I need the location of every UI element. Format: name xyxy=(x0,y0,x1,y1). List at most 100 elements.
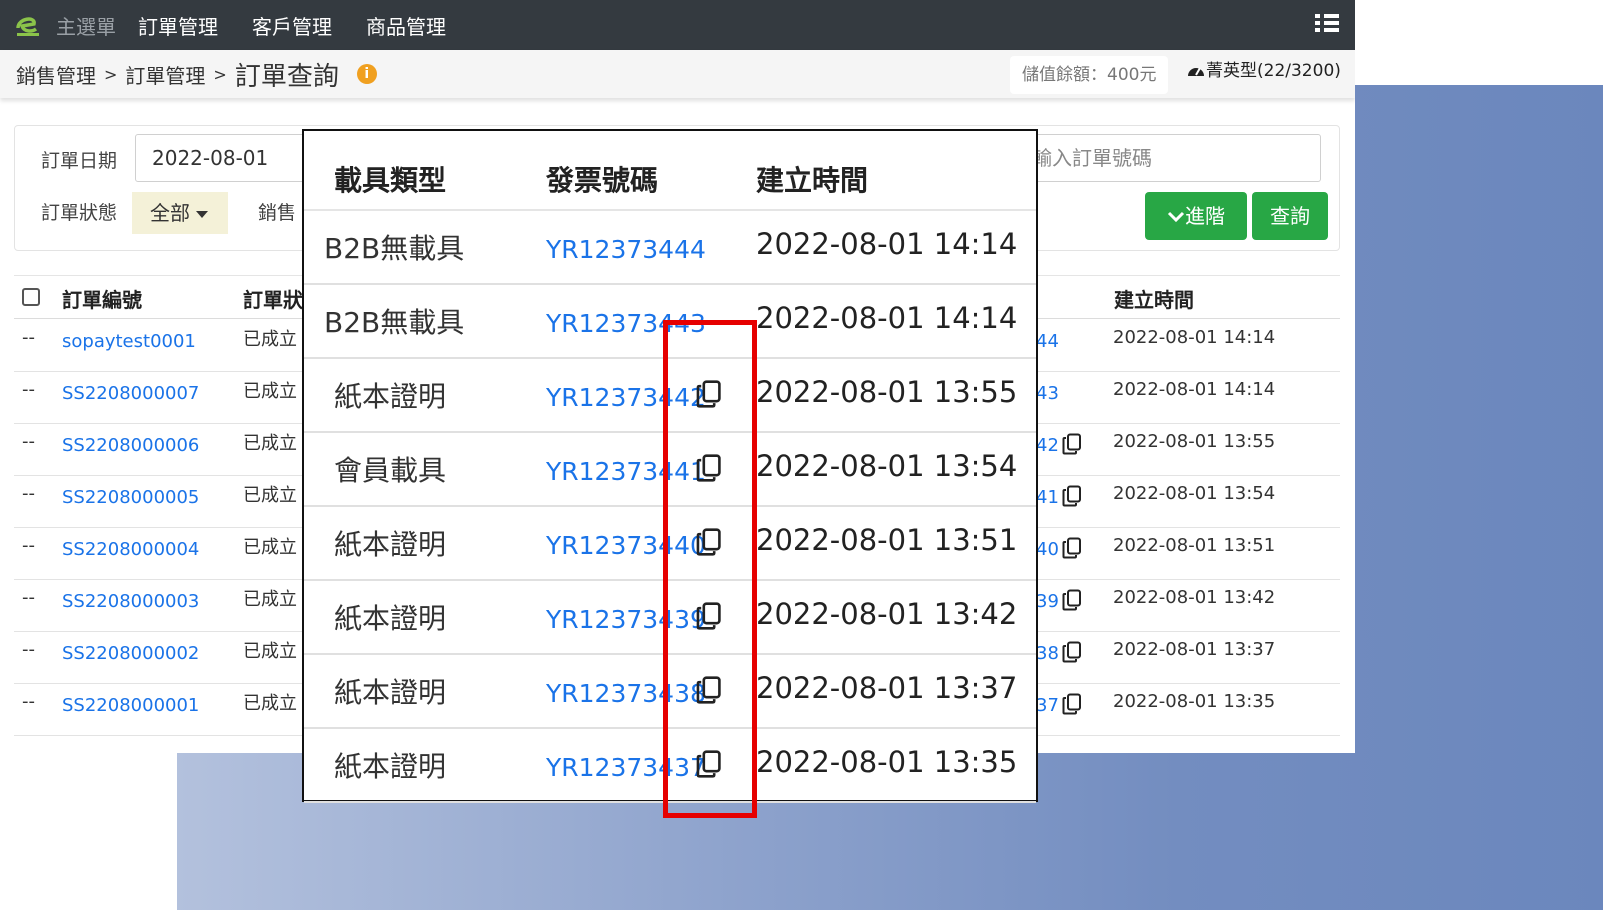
row-dash: -- xyxy=(22,483,35,504)
nav-customers[interactable]: 客戶管理 xyxy=(252,11,332,40)
invoice-number-partial[interactable]: 42 xyxy=(1036,435,1059,456)
breadcrumb-separator: > xyxy=(104,64,118,84)
invoice-number-partial[interactable]: 39 xyxy=(1036,591,1059,612)
row-dash: -- xyxy=(22,691,35,712)
header-invoice-created: 建立時間 xyxy=(756,164,869,197)
top-navbar: 主選單 訂單管理 客戶管理 商品管理 xyxy=(0,0,1355,50)
advanced-button[interactable]: 進階 xyxy=(1145,192,1247,240)
created-time-text: 2022-08-01 13:54 xyxy=(1113,483,1276,504)
header-order-number[interactable]: 訂單編號 xyxy=(62,284,142,313)
order-date-label: 訂單日期 xyxy=(41,150,118,172)
carrier-type-text: 紙本證明 xyxy=(334,676,447,709)
invoice-created-text: 2022-08-01 14:14 xyxy=(756,301,1018,335)
carrier-type-text: 會員載具 xyxy=(334,454,447,487)
copy-icon-highlight-box xyxy=(663,320,757,818)
order-status-dropdown[interactable]: 全部 xyxy=(132,192,228,234)
breadcrumb-orders[interactable]: 訂單管理 xyxy=(125,60,205,89)
invoice-number-partial[interactable]: 40 xyxy=(1036,539,1059,560)
balance-badge: 儲值餘額：400元 xyxy=(1010,56,1169,94)
order-status-text: 已成立 xyxy=(243,537,297,558)
created-time-text: 2022-08-01 13:55 xyxy=(1113,431,1276,452)
breadcrumb-separator: > xyxy=(213,64,227,84)
caret-down-icon xyxy=(196,211,208,218)
order-status-text: 已成立 xyxy=(243,381,297,402)
copy-icon[interactable] xyxy=(1062,693,1082,715)
order-number-link[interactable]: SS2208000003 xyxy=(62,591,199,612)
order-status-text: 已成立 xyxy=(243,485,297,506)
header-created-time[interactable]: 建立時間 xyxy=(1114,284,1194,313)
invoice-row: B2B無載具 YR12373444 2022-08-01 14:14 xyxy=(304,211,1036,285)
order-number-link[interactable]: sopaytest0001 xyxy=(62,331,196,352)
invoice-number-link[interactable]: YR12373444 xyxy=(546,235,706,264)
nav-main-menu[interactable]: 主選單 xyxy=(56,11,116,40)
invoice-created-text: 2022-08-01 13:54 xyxy=(756,449,1018,483)
order-number-link[interactable]: SS2208000007 xyxy=(62,383,199,404)
copy-icon[interactable] xyxy=(1062,433,1082,455)
created-time-text: 2022-08-01 13:51 xyxy=(1113,535,1276,556)
speedometer-icon xyxy=(1188,67,1204,76)
created-time-text: 2022-08-01 13:42 xyxy=(1113,587,1276,608)
advanced-button-label: 進階 xyxy=(1185,204,1225,228)
order-number-link[interactable]: SS2208000006 xyxy=(62,435,199,456)
row-dash: -- xyxy=(22,327,35,348)
order-status-text: 已成立 xyxy=(243,693,297,714)
search-button[interactable]: 查詢 xyxy=(1252,192,1328,240)
carrier-type-text: B2B無載具 xyxy=(324,232,465,265)
order-number-input[interactable]: 輸入訂單號碼 xyxy=(1015,134,1321,182)
created-time-text: 2022-08-01 13:37 xyxy=(1113,639,1276,660)
invoice-number-partial[interactable]: 38 xyxy=(1036,643,1059,664)
invoice-created-text: 2022-08-01 13:37 xyxy=(756,671,1018,705)
plan-status: 菁英型(22/3200) xyxy=(1186,56,1341,81)
sales-filter-label: 銷售 xyxy=(258,202,297,224)
invoice-created-text: 2022-08-01 13:51 xyxy=(756,523,1018,557)
header-invoice-number: 發票號碼 xyxy=(546,164,659,197)
header-order-status[interactable]: 訂單狀 xyxy=(243,284,303,313)
brand-logo-icon[interactable] xyxy=(14,10,44,40)
menu-list-icon[interactable] xyxy=(1315,14,1339,36)
copy-icon[interactable] xyxy=(1062,589,1082,611)
invoice-number-partial[interactable]: 44 xyxy=(1036,331,1059,352)
plan-label: 菁英型(22/3200) xyxy=(1206,61,1341,81)
page-title: 訂單查詢 xyxy=(234,61,339,92)
carrier-type-text: 紙本證明 xyxy=(334,750,447,783)
order-number-link[interactable]: SS2208000005 xyxy=(62,487,199,508)
order-number-link[interactable]: SS2208000001 xyxy=(62,695,199,716)
invoice-created-text: 2022-08-01 13:42 xyxy=(756,597,1018,631)
row-dash: -- xyxy=(22,587,35,608)
nav-products[interactable]: 商品管理 xyxy=(366,11,446,40)
created-time-text: 2022-08-01 14:14 xyxy=(1113,327,1276,348)
carrier-type-text: 紙本證明 xyxy=(334,602,447,635)
header-carrier-type: 載具類型 xyxy=(334,164,447,197)
breadcrumb-sales[interactable]: 銷售管理 xyxy=(16,60,96,89)
created-time-text: 2022-08-01 14:14 xyxy=(1113,379,1276,400)
row-dash: -- xyxy=(22,535,35,556)
copy-icon[interactable] xyxy=(1062,485,1082,507)
order-number-link[interactable]: SS2208000002 xyxy=(62,643,199,664)
chevron-down-icon xyxy=(1167,211,1185,223)
invoice-number-partial[interactable]: 41 xyxy=(1036,487,1059,508)
order-status-label: 訂單狀態 xyxy=(41,202,118,224)
carrier-type-text: 紙本證明 xyxy=(334,380,447,413)
copy-icon[interactable] xyxy=(1062,641,1082,663)
carrier-type-text: 紙本證明 xyxy=(334,528,447,561)
invoice-number-partial[interactable]: 37 xyxy=(1036,695,1059,716)
copy-icon[interactable] xyxy=(1062,537,1082,559)
invoice-table-header: 載具類型 發票號碼 建立時間 xyxy=(304,131,1036,211)
order-status-text: 已成立 xyxy=(243,433,297,454)
invoice-created-text: 2022-08-01 13:35 xyxy=(756,745,1018,779)
carrier-type-text: B2B無載具 xyxy=(324,306,465,339)
info-icon[interactable]: i xyxy=(356,64,377,84)
order-number-link[interactable]: SS2208000004 xyxy=(62,539,199,560)
row-dash: -- xyxy=(22,639,35,660)
select-all-checkbox[interactable] xyxy=(22,288,40,306)
invoice-created-text: 2022-08-01 14:14 xyxy=(756,227,1018,261)
breadcrumb: 銷售管理 > 訂單管理 > 訂單查詢 i 儲值餘額：400元 菁英型(22/32… xyxy=(0,50,1355,98)
order-status-value: 全部 xyxy=(150,201,190,225)
row-dash: -- xyxy=(22,379,35,400)
invoice-created-text: 2022-08-01 13:55 xyxy=(756,375,1018,409)
nav-orders[interactable]: 訂單管理 xyxy=(138,11,218,40)
order-status-text: 已成立 xyxy=(243,329,297,350)
row-dash: -- xyxy=(22,431,35,452)
invoice-number-partial[interactable]: 43 xyxy=(1036,383,1059,404)
created-time-text: 2022-08-01 13:35 xyxy=(1113,691,1276,712)
